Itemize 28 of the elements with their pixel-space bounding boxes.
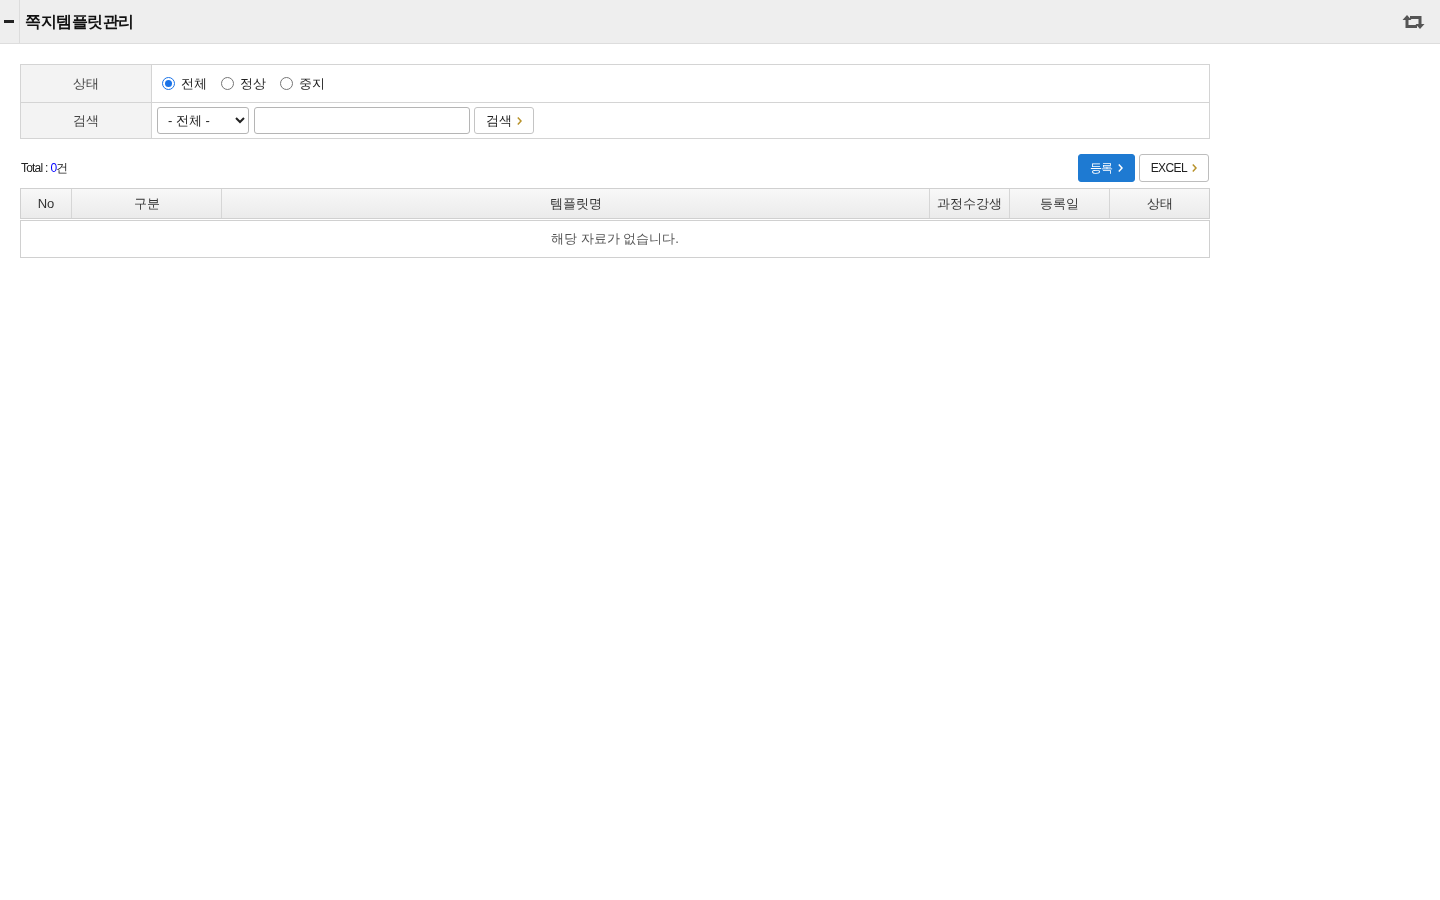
refresh-icon[interactable] — [1402, 13, 1425, 30]
radio-label[interactable]: 전체 — [181, 73, 207, 94]
column-header: 상태 — [1109, 189, 1209, 218]
chevron-right-icon — [1117, 164, 1123, 172]
filter-label: 상태 — [21, 65, 152, 102]
radio-button[interactable] — [221, 77, 234, 90]
search-button[interactable]: 검색 — [474, 107, 534, 134]
column-header: No — [36, 194, 56, 213]
column-header: 구분 — [71, 189, 221, 218]
total-count: 0 — [50, 160, 57, 177]
column-header: 템플릿명 — [221, 189, 929, 218]
radio-button[interactable] — [280, 77, 293, 90]
excel-button[interactable]: EXCEL — [1138, 154, 1209, 182]
total-unit: 건 — [56, 160, 68, 177]
column-header: 등록일 — [1009, 189, 1109, 218]
radio-label[interactable]: 정상 — [240, 73, 266, 94]
chevron-right-icon — [1192, 164, 1197, 172]
column-header: 과정수강생 — [929, 189, 1009, 218]
register-button[interactable]: 등록 — [1077, 154, 1135, 182]
filter-label: 검색 — [21, 103, 152, 138]
radio-label[interactable]: 중지 — [299, 73, 325, 94]
page-title: 쪽지템플릿관리 — [25, 11, 134, 32]
total-label: Total : — [21, 160, 48, 177]
empty-message: 해당 자료가 없습니다. — [20, 220, 1210, 258]
chevron-right-icon — [517, 116, 522, 125]
dropdown[interactable]: - 전체 - — [157, 107, 249, 134]
radio-button[interactable] — [162, 77, 175, 90]
search-input[interactable] — [254, 107, 470, 134]
